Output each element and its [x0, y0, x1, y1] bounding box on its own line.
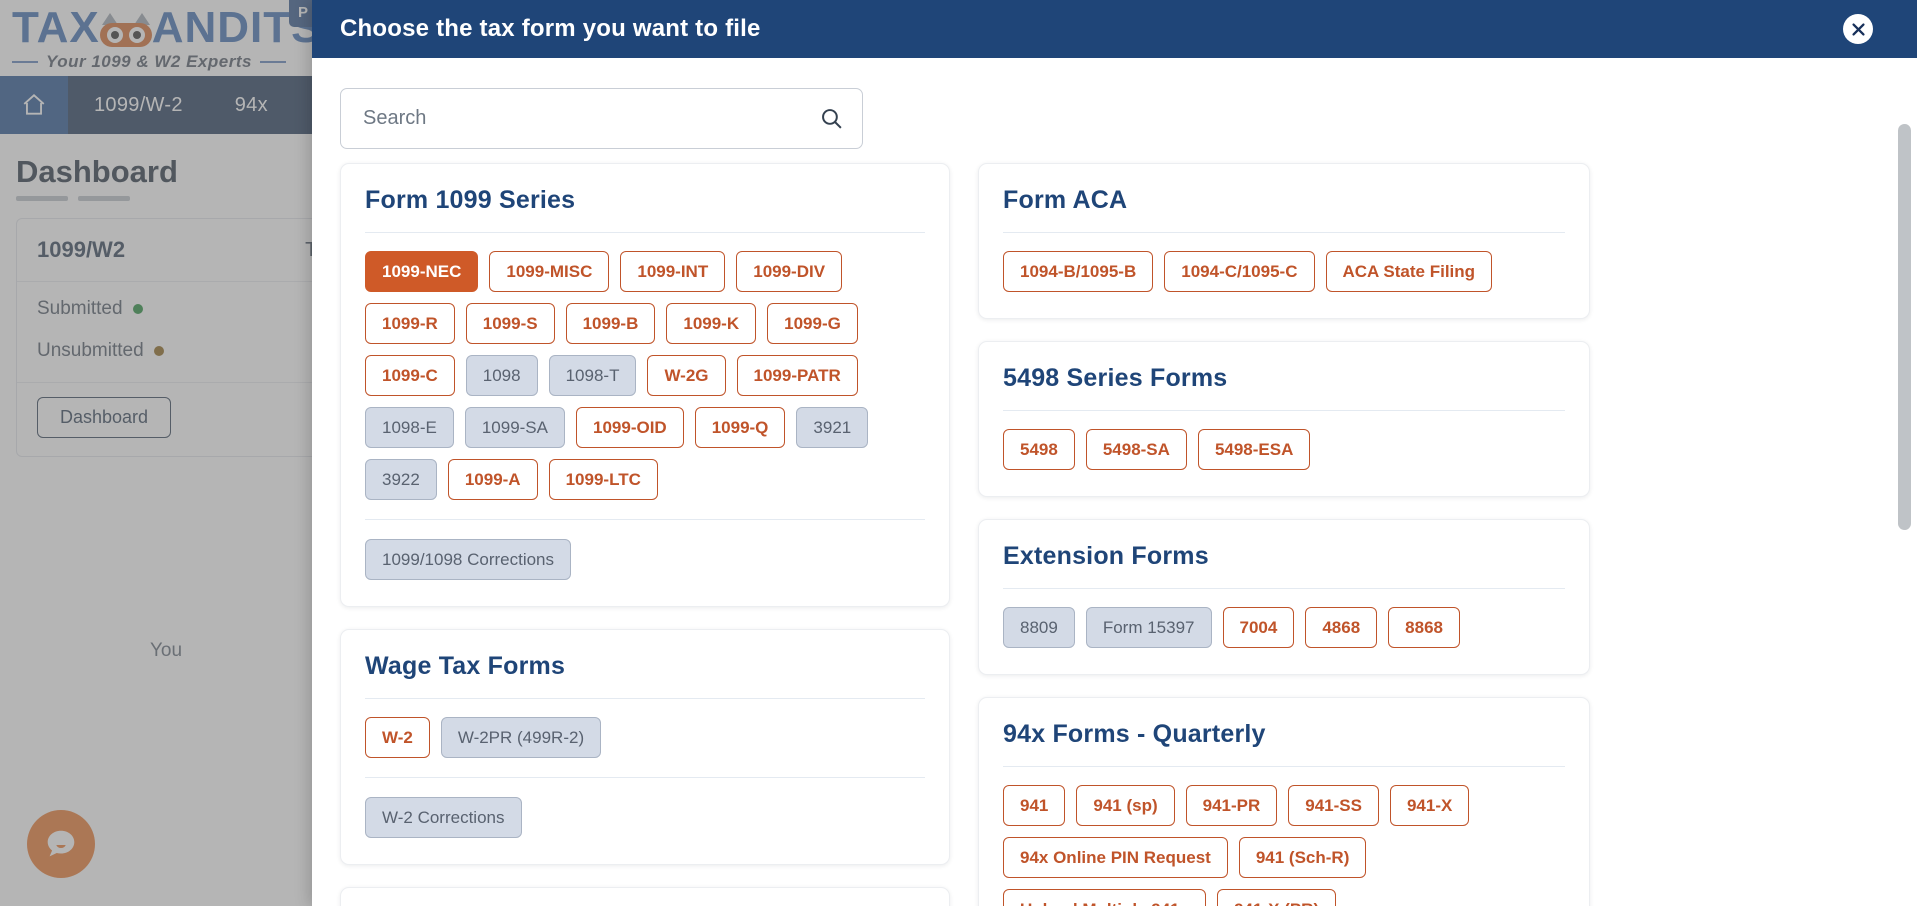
chip-group: 8809 Form 15397 70044868 8868 [1003, 607, 1565, 648]
form-chip-w-2g[interactable]: W-2G [647, 355, 725, 396]
close-button[interactable] [1843, 14, 1873, 44]
form-chip-1099-r[interactable]: 1099-R [365, 303, 455, 344]
chip-group: 941 941 (sp) 941-PR941-SS 941-X 94x Online P… [1003, 785, 1565, 906]
form-chip-941-x-pr[interactable]: 941-X (PR) [1217, 889, 1336, 906]
modal-header: Choose the tax form you want to file [312, 0, 1917, 58]
choose-tax-form-modal: Choose the tax form you want to file For… [312, 0, 1917, 906]
form-chip-3921: 3921 [796, 407, 868, 448]
form-chip-1099-patr[interactable]: 1099-PATR [737, 355, 858, 396]
form-chip-941-x[interactable]: 941-X [1390, 785, 1469, 826]
form-chip-1099-k[interactable]: 1099-K [666, 303, 756, 344]
form-section-wage-tax-forms: Wage Tax Forms W-2 W-2PR (499R-2) W-2 Corre… [340, 629, 950, 865]
chip-group-divider [365, 519, 925, 520]
form-chip-1099-int[interactable]: 1099-INT [620, 251, 725, 292]
search-input[interactable] [363, 107, 819, 130]
section-divider [365, 698, 925, 699]
chip-group-divider [365, 777, 925, 778]
form-section-form-1099-series: Form 1099 Series 1099-NEC 1099-MISC 1099-IN… [340, 163, 950, 607]
section-divider [1003, 410, 1565, 411]
modal-title: Choose the tax form you want to file [340, 15, 761, 43]
form-chip-3922: 3922 [365, 459, 437, 500]
form-chip-8809: 8809 [1003, 607, 1075, 648]
section-title: Form 1099 Series [365, 186, 925, 215]
form-chip-941[interactable]: 941 [1003, 785, 1065, 826]
form-chip-form-15397: Form 15397 [1086, 607, 1212, 648]
form-chip-1094-b-1095-b[interactable]: 1094-B/1095-B [1003, 251, 1153, 292]
section-divider [1003, 766, 1565, 767]
form-chip-8868[interactable]: 8868 [1388, 607, 1460, 648]
form-chip-941-pr[interactable]: 941-PR [1186, 785, 1278, 826]
form-chip-941-ss[interactable]: 941-SS [1288, 785, 1379, 826]
form-section-form-1042: Form 1042 [340, 887, 950, 906]
form-chip-1099-div[interactable]: 1099-DIV [736, 251, 842, 292]
modal-scrollbar[interactable] [1898, 124, 1911, 906]
form-chip-941-sp[interactable]: 941 (sp) [1076, 785, 1174, 826]
form-chip-1099-b[interactable]: 1099-B [566, 303, 656, 344]
chip-group: 1099-NEC 1099-MISC 1099-INT 1099-DIV 1099-R 1… [365, 251, 925, 500]
form-chip-94x-online-pin-request[interactable]: 94x Online PIN Request [1003, 837, 1228, 878]
form-chip-941-sch-r[interactable]: 941 (Sch-R) [1239, 837, 1367, 878]
form-chip-1099-s[interactable]: 1099-S [466, 303, 555, 344]
form-chip-w-2[interactable]: W-2 [365, 717, 430, 758]
form-chip-1099-misc[interactable]: 1099-MISC [489, 251, 609, 292]
form-sections-columns: Form 1099 Series 1099-NEC 1099-MISC 1099-IN… [312, 163, 1917, 906]
form-chip-7004[interactable]: 7004 [1223, 607, 1295, 648]
form-chip-aca-state-filing[interactable]: ACA State Filing [1326, 251, 1493, 292]
chip-group: W-2 Corrections [365, 797, 925, 838]
section-title: Wage Tax Forms [365, 652, 925, 681]
section-divider [1003, 232, 1565, 233]
section-title: Extension Forms [1003, 542, 1565, 571]
form-chip-1099-ltc[interactable]: 1099-LTC [549, 459, 658, 500]
chip-group: 5498 5498-SA 5498-ESA [1003, 429, 1565, 470]
form-chip-5498[interactable]: 5498 [1003, 429, 1075, 470]
modal-body: Form 1099 Series 1099-NEC 1099-MISC 1099-IN… [312, 58, 1917, 906]
form-section-extension-forms: Extension Forms 8809 Form 15397 70044868 886… [978, 519, 1590, 675]
form-chip-w-2-corrections: W-2 Corrections [365, 797, 522, 838]
form-chip-1099-c[interactable]: 1099-C [365, 355, 455, 396]
section-divider [1003, 588, 1565, 589]
form-chip-5498-sa[interactable]: 5498-SA [1086, 429, 1187, 470]
form-chip-upload-multiple-941s[interactable]: Upload Multiple 941s [1003, 889, 1206, 906]
modal-scrollbar-thumb[interactable] [1898, 124, 1911, 530]
chip-group: W-2 W-2PR (499R-2) [365, 717, 925, 758]
form-chip-1099-g[interactable]: 1099-G [767, 303, 858, 344]
left-column: Form 1099 Series 1099-NEC 1099-MISC 1099-IN… [340, 163, 950, 906]
form-chip-1098-t: 1098-T [549, 355, 637, 396]
form-chip-w-2pr-499r-2: W-2PR (499R-2) [441, 717, 601, 758]
form-chip-1099-a[interactable]: 1099-A [448, 459, 538, 500]
section-title: Form ACA [1003, 186, 1565, 215]
form-chip-1099-1098-corrections: 1099/1098 Corrections [365, 539, 571, 580]
form-section-form-aca: Form ACA 1094-B/1095-B 1094-C/1095-C ACA St… [978, 163, 1590, 319]
chip-group: 1099/1098 Corrections [365, 539, 925, 580]
search-section [312, 58, 1917, 163]
section-divider [365, 232, 925, 233]
form-chip-1098: 1098 [466, 355, 538, 396]
search-box[interactable] [340, 88, 863, 149]
form-chip-1099-oid[interactable]: 1099-OID [576, 407, 684, 448]
search-icon[interactable] [819, 106, 844, 131]
form-chip-1099-q[interactable]: 1099-Q [695, 407, 786, 448]
form-chip-1099-sa: 1099-SA [465, 407, 565, 448]
form-chip-5498-esa[interactable]: 5498-ESA [1198, 429, 1310, 470]
right-column: Form ACA 1094-B/1095-B 1094-C/1095-C ACA St… [978, 163, 1590, 906]
close-icon [1850, 21, 1867, 38]
section-title: 94x Forms - Quarterly [1003, 720, 1565, 749]
form-chip-1094-c-1095-c[interactable]: 1094-C/1095-C [1164, 251, 1314, 292]
form-section-94x-forms-quarterly: 94x Forms - Quarterly941941 (sp)941-PR94… [978, 697, 1590, 906]
form-chip-1099-nec[interactable]: 1099-NEC [365, 251, 478, 292]
form-section-5498-series-forms: 5498 Series Forms 5498 5498-SA 5498-ESA [978, 341, 1590, 497]
form-chip-1098-e: 1098-E [365, 407, 454, 448]
form-chip-4868[interactable]: 4868 [1305, 607, 1377, 648]
section-title: 5498 Series Forms [1003, 364, 1565, 393]
chip-group: 1094-B/1095-B 1094-C/1095-C ACA State Fili… [1003, 251, 1565, 292]
